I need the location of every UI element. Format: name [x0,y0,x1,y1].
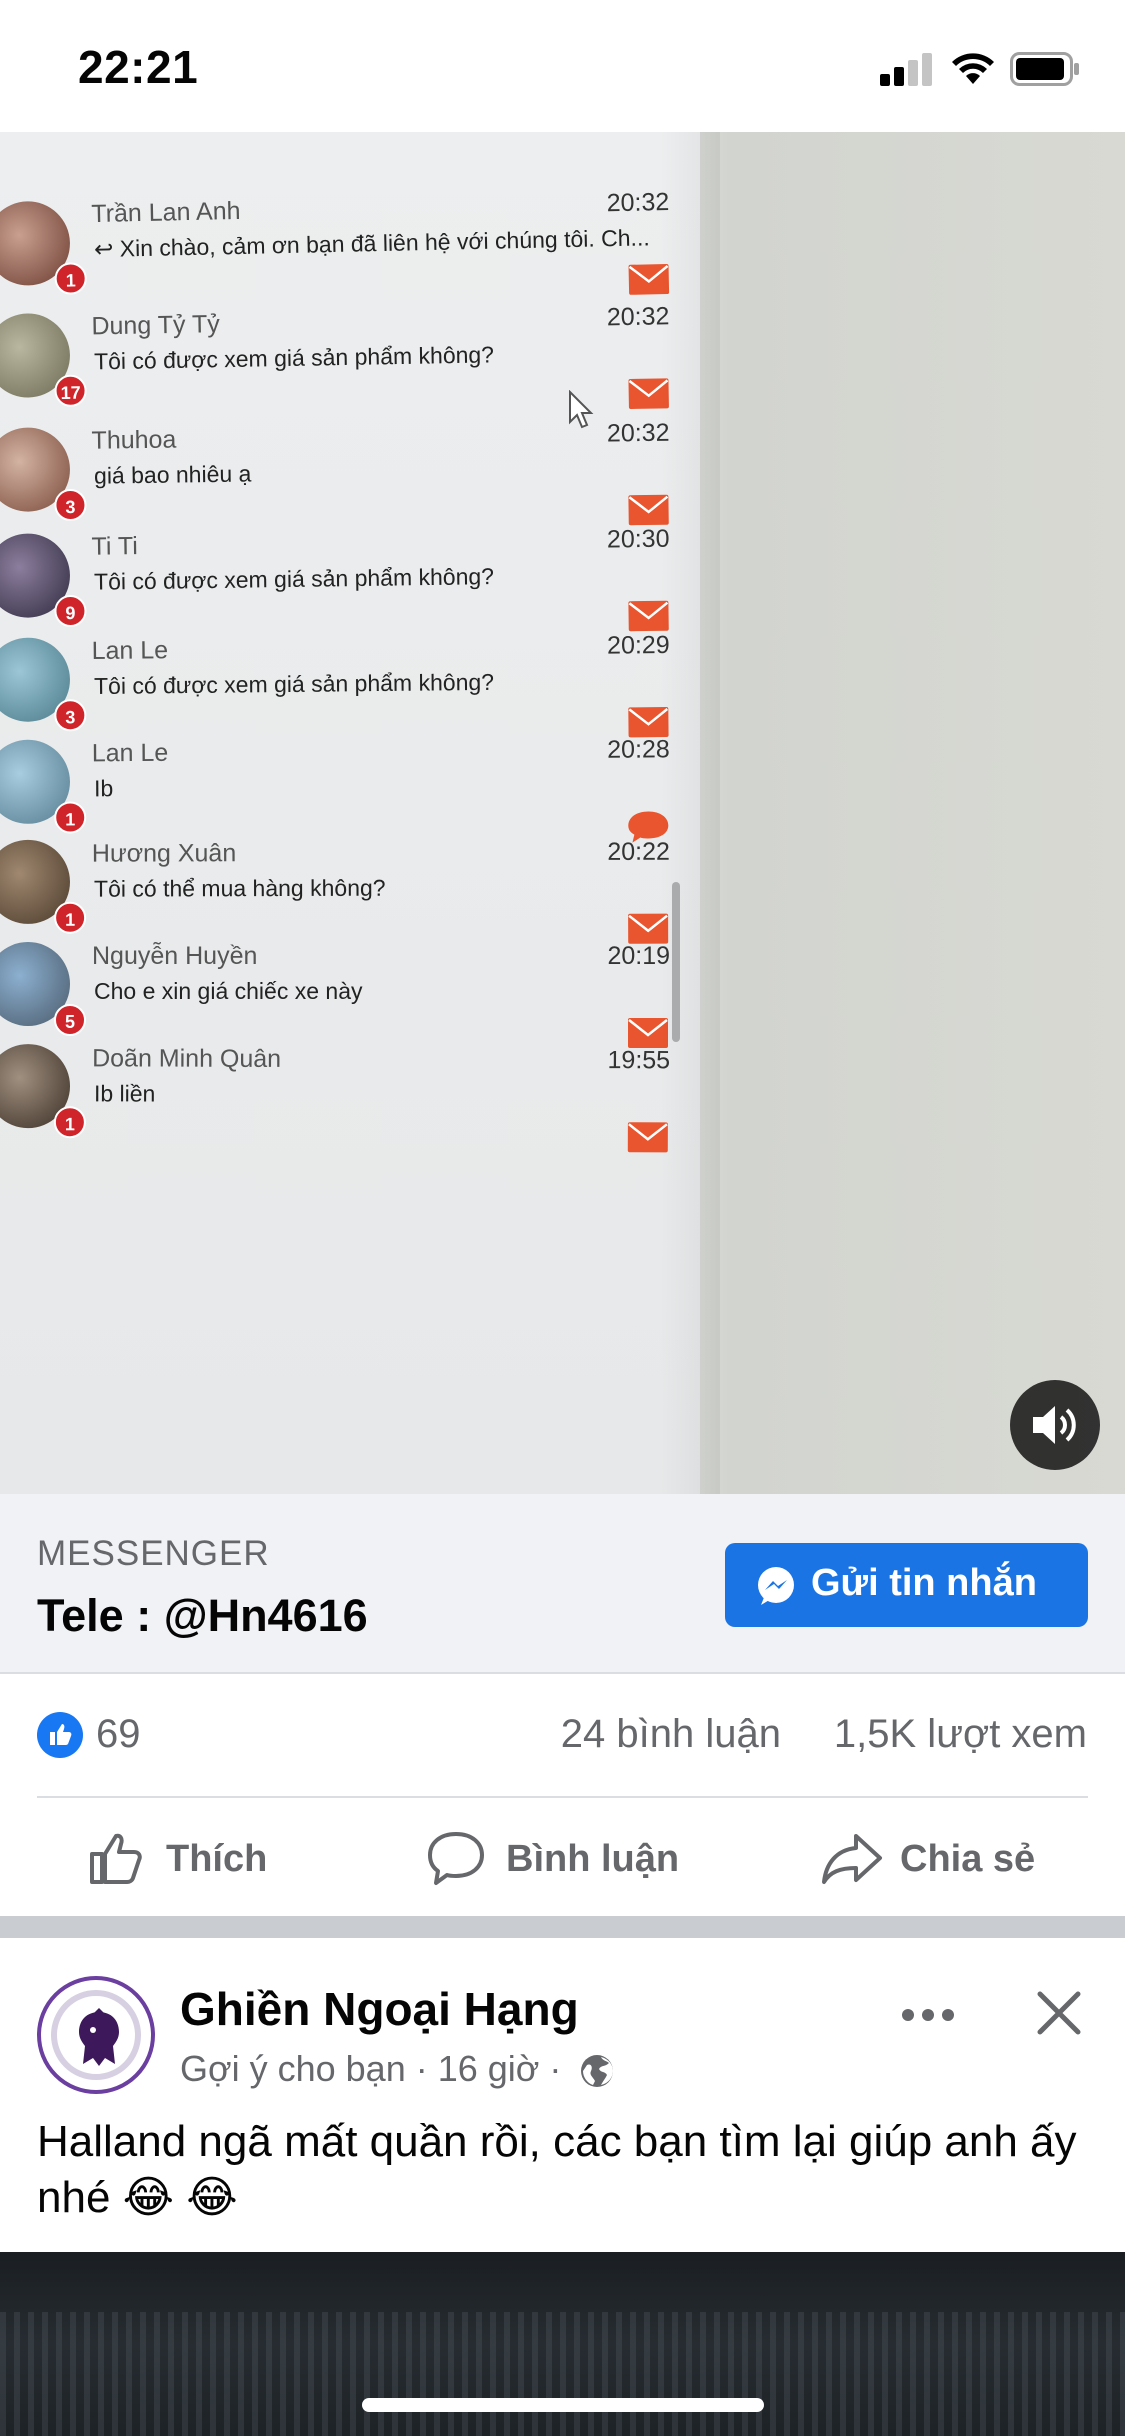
chat-name: Ti Ti [91,532,139,561]
chat-name: Dung Tỷ Tỷ [91,310,220,341]
share-label: Chia sẻ [900,1838,1036,1880]
chat-message: giá bao nhiêu ạ [93,460,252,489]
messenger-icon [758,1567,794,1605]
post-meta: Gợi ý cho bạn · 16 giờ · [180,2048,615,2090]
wifi-icon [952,53,994,84]
comment-icon [428,1832,484,1885]
post-meta-text: Gợi ý cho bạn · 16 giờ · [180,2048,562,2089]
page-avatar[interactable] [37,1976,155,2094]
comment-count[interactable]: 24 bình luận [561,1712,781,1757]
send-message-button[interactable]: Gửi tin nhắn [725,1543,1088,1627]
more-options-icon[interactable] [898,2000,958,2030]
chat-message: ↩ Xin chào, cảm ơn bạn đã liên hệ với ch… [93,224,650,263]
chat-message: Tôi có được xem giá sản phẩm không? [93,341,495,375]
chat-name: Lan Le [91,738,169,768]
cta-title: Tele : @Hn4616 [37,1590,368,1641]
cta-label: MESSENGER [37,1534,270,1573]
view-count: 1,5K lượt xem [833,1712,1087,1756]
comment-label: Bình luận [506,1838,680,1880]
messenger-cta: MESSENGER Tele : @Hn4616 Gửi tin nhắn [0,1494,1125,1674]
chat-message: Ib [93,775,114,802]
share-button[interactable]: Chia sẻ [820,1828,1100,1888]
comment-button[interactable]: Bình luận [426,1828,726,1888]
cellular-signal-icon [880,52,936,86]
like-label: Thích [166,1838,268,1880]
globe-icon [581,2055,614,2088]
send-message-label: Gửi tin nhắn [811,1562,1037,1604]
reaction-stats: 69 24 bình luận 1,5K lượt xem [0,1676,1125,1796]
share-icon [822,1834,882,1884]
video-player[interactable]: 1 Trần Lan Anh ↩ Xin chào, cảm ơn bạn đã l… [0,132,1125,1494]
chat-message: Tôi có được xem giá sản phẩm không? [93,668,495,700]
unread-badge: 1 [53,1106,86,1139]
like-count[interactable]: 69 [96,1712,141,1757]
status-bar: 22:21 [0,0,1125,132]
sound-toggle-button[interactable] [1010,1380,1100,1470]
chat-name: Doãn Minh Quân [92,1044,282,1073]
video-frame: 1 Trần Lan Anh ↩ Xin chào, cảm ơn bạn đã l… [0,132,700,1494]
chat-name: Nguyễn Huyền [92,942,258,970]
status-time: 22:21 [78,41,199,93]
chat-name: Trần Lan Anh [91,196,241,229]
chat-name: Hương Xuân [91,839,237,868]
home-indicator[interactable] [362,2398,764,2412]
chat-message: Tôi có được xem giá sản phẩm không? [93,563,495,595]
like-button[interactable]: Thích [86,1828,306,1888]
lion-logo-icon [79,2008,119,2066]
thumbs-up-icon [90,1833,142,1884]
feed-post: Ghiền Ngoại Hạng Gợi ý cho bạn · 16 giờ … [0,1938,1125,2252]
close-icon[interactable] [1034,1988,1084,2038]
mouse-cursor-icon [569,390,594,429]
video-shadow [660,132,720,1494]
feed-separator [0,1916,1125,1938]
chat-message: Cho e xin giá chiếc xe này [94,978,363,1004]
page-avatar-ring [51,1990,141,2080]
post-text: Halland ngã mất quần rồi, các bạn tìm lạ… [37,2117,1077,2222]
chat-message: Tôi có thể mua hàng không? [93,874,386,902]
post-actions: Thích Bình luận Chia sẻ [0,1798,1125,1916]
post-author[interactable]: Ghiền Ngoại Hạng [180,1982,579,2036]
like-reaction-icon [37,1712,83,1758]
chat-name: Thuhoa [91,425,177,455]
chat-list-item: 1 Doãn Minh Quân Ib liền 19:55 [0,1014,700,1166]
chat-message: Ib liền [93,1080,156,1107]
battery-icon [1010,52,1079,86]
video-scrollbar [672,882,680,1042]
speaker-icon [1033,1406,1076,1444]
chat-name: Lan Le [91,636,169,666]
